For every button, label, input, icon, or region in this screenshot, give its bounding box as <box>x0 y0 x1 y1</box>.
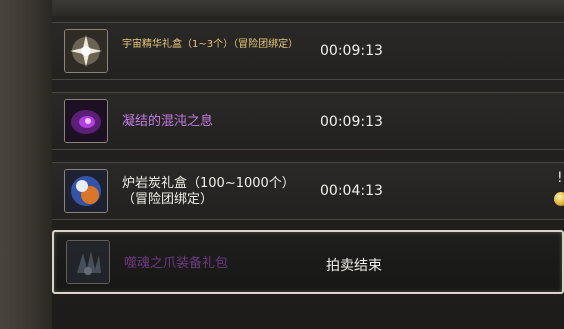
item-name: 宇宙精华礼盒（1~3个）（冒险团绑定） <box>122 39 299 50</box>
purple-chaos-orb-icon <box>64 99 108 143</box>
time-remaining: 00:09:13 <box>320 43 383 59</box>
top-panel-edge <box>52 0 564 17</box>
item-name: 凝结的混沌之息 <box>122 114 214 129</box>
auction-row[interactable]: 炉岩炭礼盒（100~1000个）（冒险团绑定） 00:04:13 <box>52 162 564 220</box>
left-panel-edge <box>0 0 52 329</box>
lava-orb-box-icon <box>64 169 108 213</box>
auction-row-selected[interactable]: 噬魂之爪装备礼包 拍卖结束 <box>52 230 564 294</box>
dark-claw-icon <box>66 240 110 284</box>
gold-coin-icon <box>554 192 564 206</box>
item-name: 噬魂之爪装备礼包 <box>124 256 229 271</box>
item-name: 炉岩炭礼盒（100~1000个）（冒险团绑定） <box>122 176 295 207</box>
star-burst-box-icon <box>64 29 108 73</box>
edge-mark: ! <box>557 170 563 186</box>
auction-status: 拍卖结束 <box>326 258 382 274</box>
time-remaining: 00:09:13 <box>320 114 383 130</box>
time-remaining: 00:04:13 <box>320 183 383 199</box>
auction-row[interactable]: 凝结的混沌之息 00:09:13 <box>52 92 564 150</box>
auction-row[interactable]: 宇宙精华礼盒（1~3个）（冒险团绑定） 00:09:13 <box>52 22 564 80</box>
